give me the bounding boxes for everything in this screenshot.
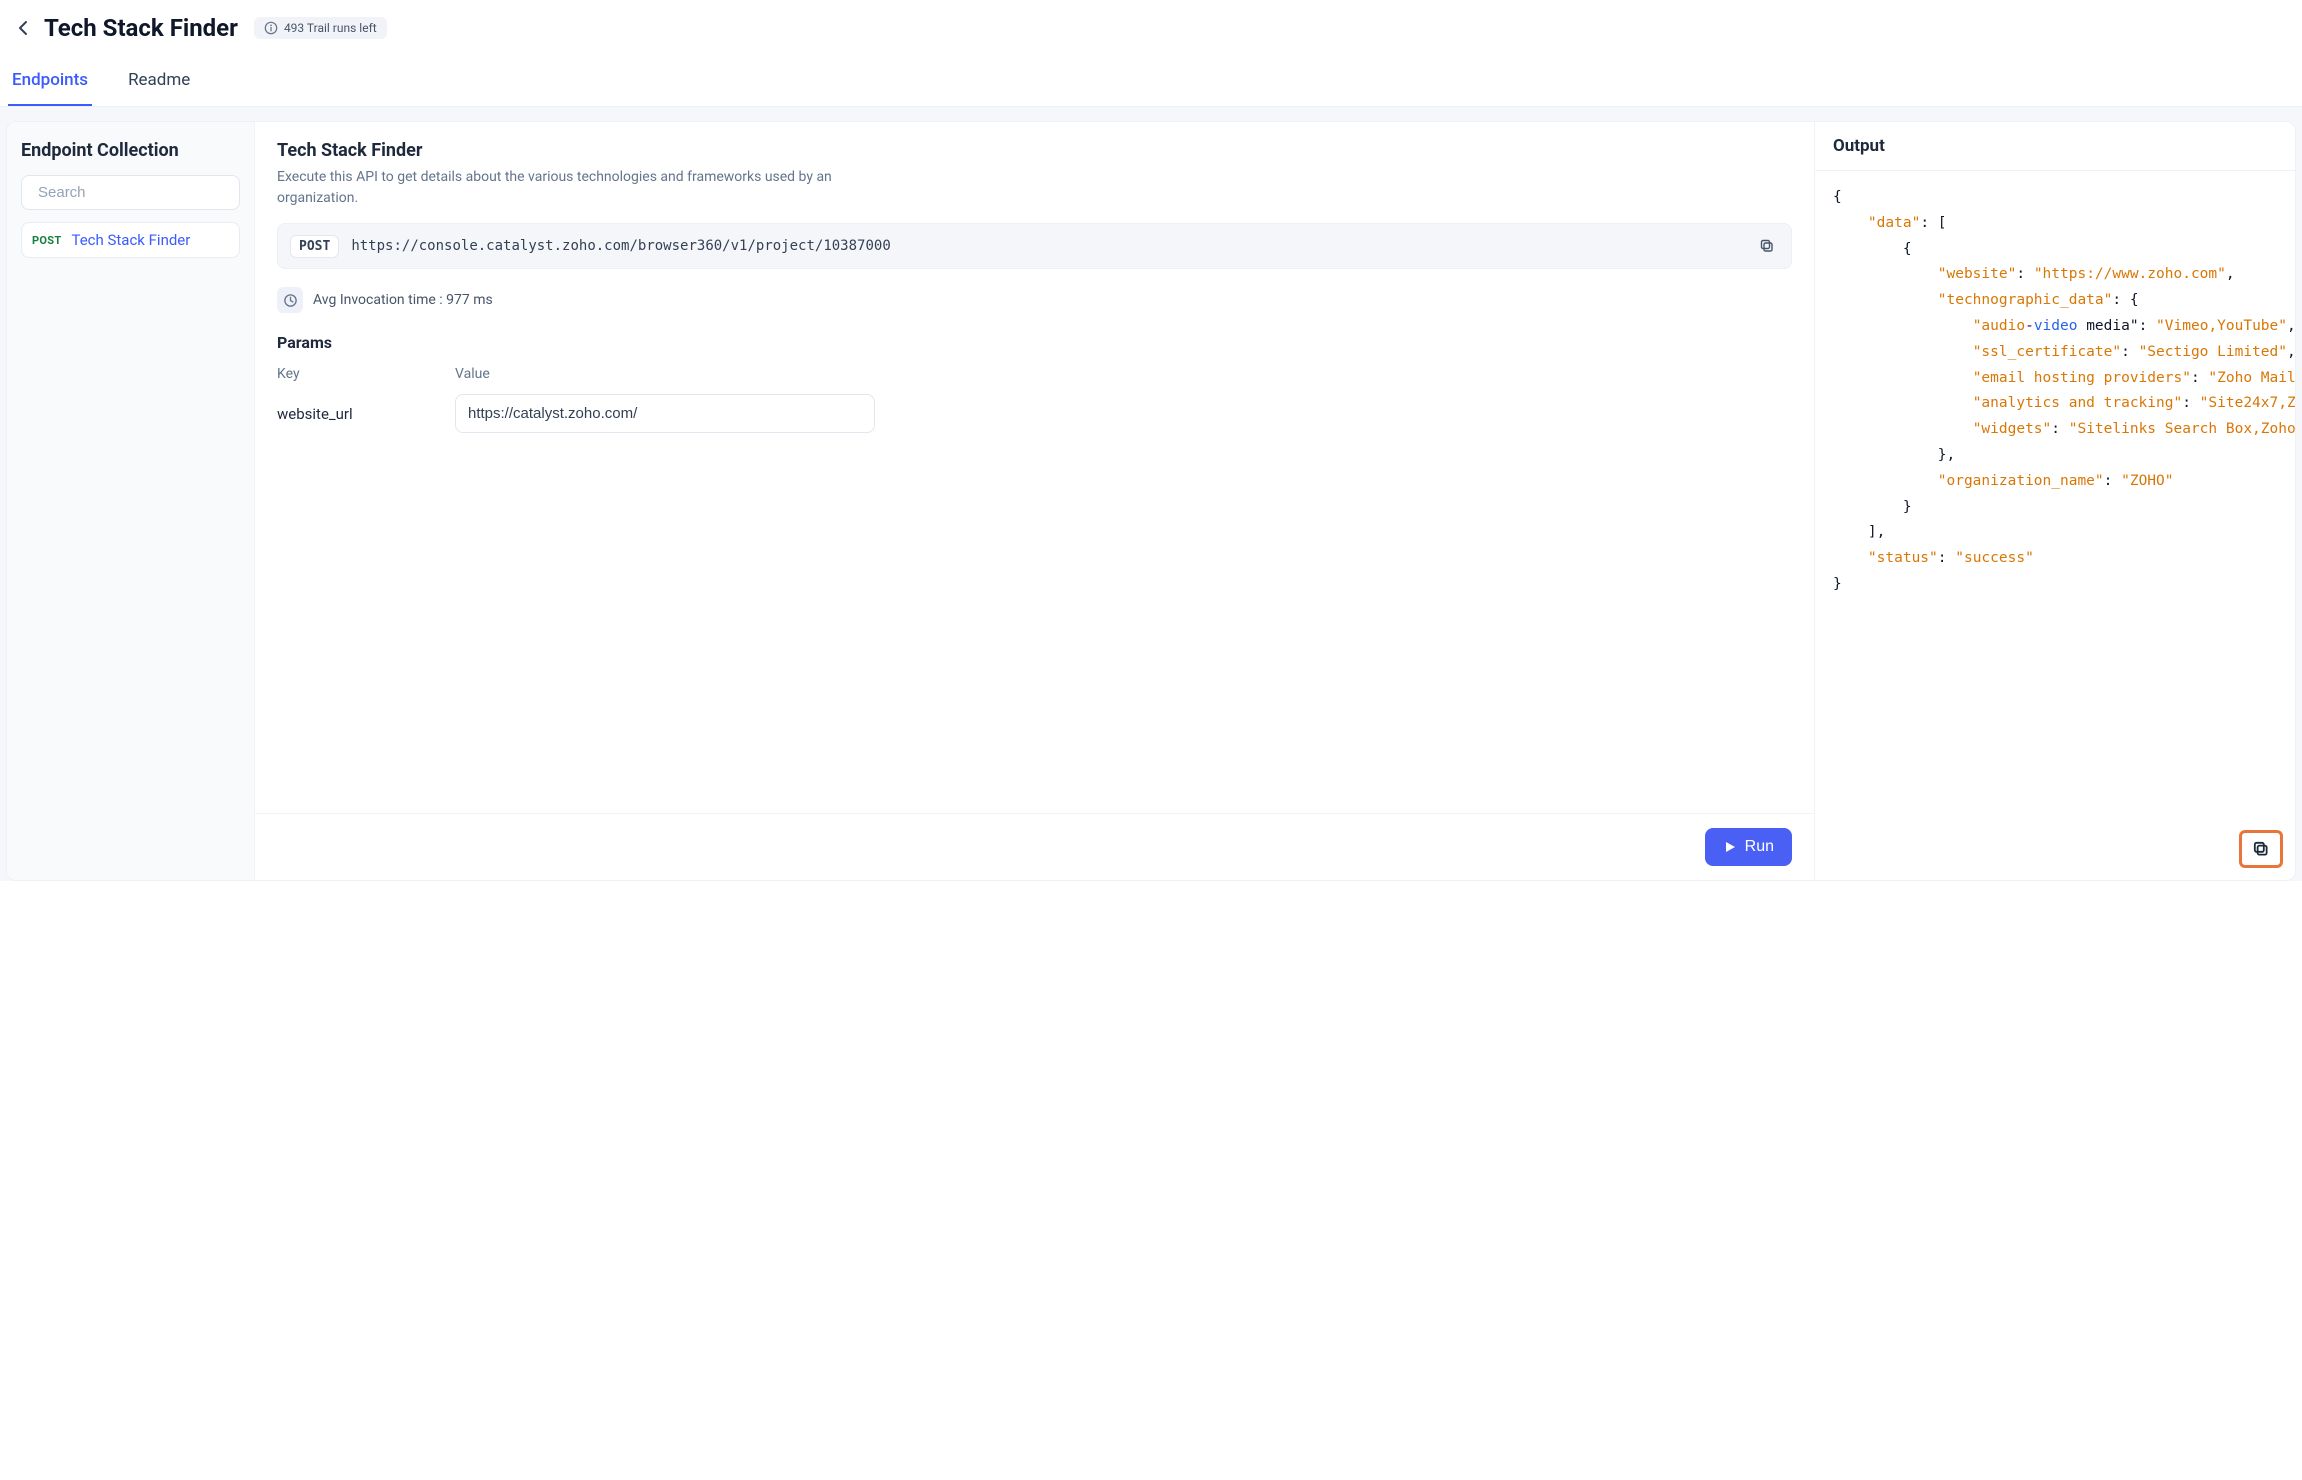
method-badge: POST	[32, 234, 61, 247]
params-heading: Params	[277, 333, 1792, 352]
output-panel: Output { "data": [ { "website": "https:/…	[1815, 122, 2295, 880]
search-input-wrap[interactable]	[21, 175, 240, 210]
run-bar: Run	[255, 813, 1814, 880]
back-chevron-icon[interactable]	[12, 17, 34, 39]
run-button[interactable]: Run	[1705, 828, 1792, 866]
avg-invocation-text: Avg Invocation time : 977 ms	[313, 292, 493, 308]
copy-icon	[1759, 238, 1775, 254]
param-key: website_url	[277, 405, 455, 423]
page-header: Tech Stack Finder 493 Trail runs left	[0, 0, 2302, 50]
sidebar: Endpoint Collection POST Tech Stack Find…	[7, 122, 255, 880]
trail-runs-text: 493 Trail runs left	[284, 21, 377, 35]
param-value-input[interactable]	[455, 394, 875, 433]
page-title: Tech Stack Finder	[44, 14, 238, 42]
trail-runs-badge: 493 Trail runs left	[254, 17, 387, 39]
endpoint-list-item[interactable]: POST Tech Stack Finder	[21, 222, 240, 258]
sidebar-heading: Endpoint Collection	[21, 140, 240, 161]
key-column-header: Key	[277, 366, 455, 382]
main-card: Endpoint Collection POST Tech Stack Find…	[6, 121, 2296, 881]
endpoint-title: Tech Stack Finder	[277, 140, 1792, 161]
avg-invocation-row: Avg Invocation time : 977 ms	[277, 287, 1792, 313]
output-body: { "data": [ { "website": "https://www.zo…	[1815, 171, 2295, 880]
param-row: website_url	[277, 394, 1792, 433]
endpoint-description: Execute this API to get details about th…	[277, 167, 837, 209]
play-icon	[1723, 840, 1737, 854]
endpoint-name: Tech Stack Finder	[71, 231, 190, 249]
tab-endpoints[interactable]: Endpoints	[8, 56, 92, 106]
clock-icon	[277, 287, 303, 313]
info-icon	[264, 21, 278, 35]
http-method: POST	[290, 235, 339, 258]
copy-icon	[2252, 840, 2270, 858]
tab-readme[interactable]: Readme	[124, 56, 194, 106]
request-url: https://console.catalyst.zoho.com/browse…	[351, 238, 1743, 254]
search-input[interactable]	[38, 184, 237, 201]
center-panel: Tech Stack Finder Execute this API to ge…	[255, 122, 1815, 880]
copy-url-button[interactable]	[1755, 234, 1779, 258]
request-url-row: POST https://console.catalyst.zoho.com/b…	[277, 223, 1792, 269]
copy-output-button[interactable]	[2239, 830, 2283, 868]
output-heading: Output	[1815, 122, 2295, 171]
run-button-label: Run	[1745, 838, 1774, 856]
value-column-header: Value	[455, 366, 490, 382]
tabs: Endpoints Readme	[0, 56, 2302, 107]
params-table-head: Key Value	[277, 366, 1792, 382]
